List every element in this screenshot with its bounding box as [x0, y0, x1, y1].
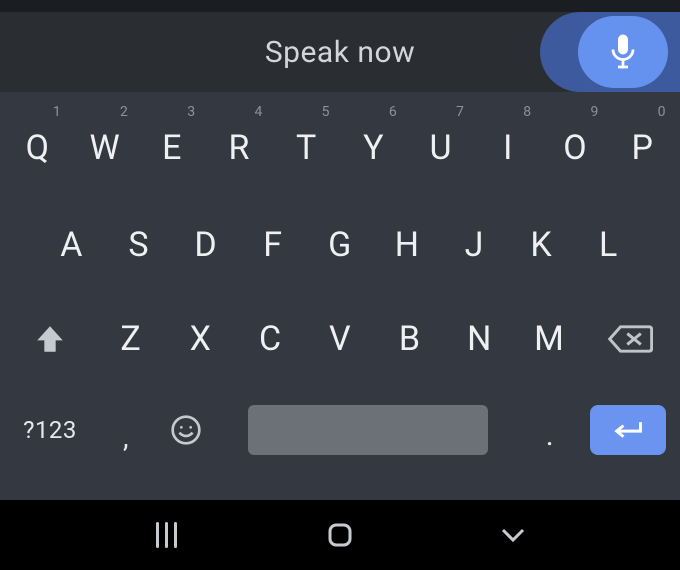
screen: Speak now 1Q 2W 3E 4R 5T 6Y 7U 8I 9O 0P …: [0, 0, 680, 570]
top-strip: [0, 0, 680, 12]
emoji-icon: [170, 414, 202, 446]
key-q[interactable]: 1Q: [4, 98, 71, 198]
backspace-icon: [607, 322, 653, 356]
emoji-key[interactable]: [156, 386, 216, 474]
nav-back[interactable]: [483, 525, 543, 545]
key-m[interactable]: M: [514, 292, 584, 386]
key-f[interactable]: F: [239, 198, 306, 292]
key-u[interactable]: 7U: [407, 98, 474, 198]
backspace-key[interactable]: [584, 292, 676, 386]
key-j[interactable]: J: [441, 198, 508, 292]
key-g[interactable]: G: [306, 198, 373, 292]
mic-button[interactable]: [578, 16, 668, 88]
period-key[interactable]: .: [520, 386, 580, 474]
key-row-3: Z X C V B N M: [4, 292, 676, 386]
key-v[interactable]: V: [305, 292, 375, 386]
enter-button: [590, 405, 666, 455]
key-i[interactable]: 8I: [474, 98, 541, 198]
microphone-icon: [608, 33, 638, 71]
voice-prompt-text: Speak now: [265, 35, 415, 70]
key-x[interactable]: X: [166, 292, 236, 386]
enter-key[interactable]: [580, 386, 676, 474]
key-a[interactable]: A: [38, 198, 105, 292]
key-t[interactable]: 5T: [273, 98, 340, 198]
key-row-2: A S D F G H J K L: [4, 198, 676, 292]
key-row-1: 1Q 2W 3E 4R 5T 6Y 7U 8I 9O 0P: [4, 98, 676, 198]
key-b[interactable]: B: [375, 292, 445, 386]
spacebar: [248, 405, 488, 455]
shift-key[interactable]: [4, 292, 96, 386]
key-l[interactable]: L: [575, 198, 642, 292]
recents-icon: [156, 522, 177, 548]
key-w[interactable]: 2W: [71, 98, 138, 198]
key-k[interactable]: K: [508, 198, 575, 292]
key-row-4: ?123 , .: [4, 386, 676, 474]
key-p[interactable]: 0P: [609, 98, 676, 198]
key-y[interactable]: 6Y: [340, 98, 407, 198]
space-key[interactable]: [216, 386, 520, 474]
comma-key[interactable]: ,: [96, 386, 156, 474]
nav-recents[interactable]: [137, 522, 197, 548]
keyboard: 1Q 2W 3E 4R 5T 6Y 7U 8I 9O 0P A S D F G …: [0, 92, 680, 500]
key-z[interactable]: Z: [96, 292, 166, 386]
key-h[interactable]: H: [374, 198, 441, 292]
home-icon: [325, 520, 355, 550]
shift-icon: [33, 322, 67, 356]
nav-bar: [0, 500, 680, 570]
voice-header: Speak now: [0, 12, 680, 92]
key-c[interactable]: C: [235, 292, 305, 386]
enter-icon: [611, 418, 645, 442]
nav-home[interactable]: [310, 520, 370, 550]
key-s[interactable]: S: [105, 198, 172, 292]
key-n[interactable]: N: [445, 292, 515, 386]
key-e[interactable]: 3E: [138, 98, 205, 198]
symbols-key[interactable]: ?123: [4, 386, 96, 474]
key-o[interactable]: 9O: [542, 98, 609, 198]
back-icon: [498, 525, 528, 545]
key-d[interactable]: D: [172, 198, 239, 292]
key-r[interactable]: 4R: [206, 98, 273, 198]
